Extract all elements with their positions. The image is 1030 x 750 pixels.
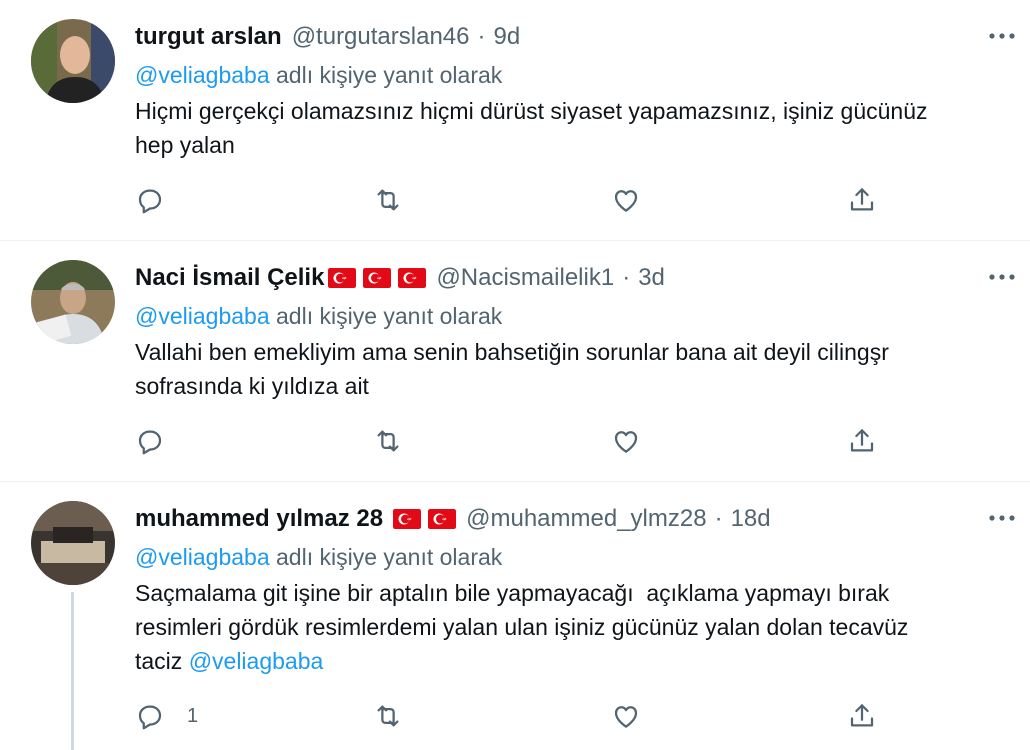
tweet-actions: 1	[135, 698, 895, 734]
reply-context-label: adlı kişiye yanıt olarak	[269, 62, 503, 88]
like-button[interactable]	[611, 182, 641, 218]
turkish-flag-icon	[398, 268, 426, 288]
like-icon	[611, 185, 641, 215]
tweet-text: Hiçmi gerçekçi olamazsınız hiçmi dürüst …	[135, 98, 928, 158]
reply-context: @veliagbaba adlı kişiye yanıt olarak	[135, 58, 1010, 92]
display-name[interactable]: muhammed yılmaz 28	[135, 505, 383, 533]
timestamp[interactable]: 18d	[731, 505, 771, 533]
user-handle[interactable]: @Nacismailelik1	[436, 264, 614, 292]
share-icon	[847, 426, 877, 456]
share-button[interactable]	[847, 423, 877, 459]
user-handle[interactable]: @turgutarslan46	[292, 23, 470, 51]
turkish-flag-icon	[428, 509, 456, 529]
mention-link[interactable]: @veliagbaba	[135, 303, 270, 329]
retweet-button[interactable]	[373, 423, 403, 459]
retweet-icon	[373, 185, 403, 215]
share-button[interactable]	[847, 182, 877, 218]
timestamp[interactable]: 3d	[638, 264, 665, 292]
retweet-icon	[373, 701, 403, 731]
reply-button[interactable]	[135, 423, 187, 459]
like-button[interactable]	[611, 423, 641, 459]
mention-link[interactable]: @veliagbaba	[189, 648, 324, 674]
reply-button[interactable]: 1	[135, 698, 198, 734]
avatar[interactable]	[31, 19, 115, 103]
reply-context: @veliagbaba adlı kişiye yanıt olarak	[135, 299, 1010, 333]
user-handle[interactable]: @muhammed_ylmz28	[466, 505, 706, 533]
reply-icon	[135, 185, 165, 215]
mention-link[interactable]: @veliagbaba	[135, 62, 270, 88]
reply-context: @veliagbaba adlı kişiye yanıt olarak	[135, 540, 1010, 574]
reply-count: 1	[187, 704, 199, 727]
reply-context-label: adlı kişiye yanıt olarak	[269, 544, 503, 570]
avatar[interactable]	[31, 501, 115, 585]
tweet[interactable]: Naci İsmail Çelik @Nacismailelik1 · 3d @…	[0, 241, 1030, 482]
tweet[interactable]: turgut arslan @turgutarslan46 · 9d @veli…	[0, 0, 1030, 241]
tweet-text: Vallahi ben emekliyim ama senin bahsetiğ…	[135, 339, 889, 399]
reply-icon	[135, 426, 165, 456]
retweet-button[interactable]	[373, 182, 403, 218]
flag-emojis	[393, 509, 456, 529]
like-button[interactable]	[611, 698, 641, 734]
tweet-actions	[135, 182, 895, 218]
thread-line	[71, 592, 74, 750]
share-icon	[847, 701, 877, 731]
reply-button[interactable]	[135, 182, 187, 218]
display-name[interactable]: turgut arslan	[135, 23, 282, 51]
like-icon	[611, 426, 641, 456]
share-icon	[847, 185, 877, 215]
share-button[interactable]	[847, 698, 877, 734]
retweet-icon	[373, 426, 403, 456]
display-name[interactable]: Naci İsmail Çelik	[135, 264, 324, 292]
turkish-flag-icon	[328, 268, 356, 288]
retweet-button[interactable]	[373, 698, 403, 734]
tweet-header: turgut arslan @turgutarslan46 · 9d	[135, 20, 1010, 54]
reply-icon	[135, 701, 165, 731]
turkish-flag-icon	[393, 509, 421, 529]
more-icon[interactable]	[987, 267, 1017, 287]
tweet-header: muhammed yılmaz 28 @muhammed_ylmz28 · 18…	[135, 502, 1010, 536]
tweet[interactable]: muhammed yılmaz 28 @muhammed_ylmz28 · 18…	[0, 482, 1030, 750]
reply-context-label: adlı kişiye yanıt olarak	[269, 303, 503, 329]
more-icon[interactable]	[987, 508, 1017, 528]
avatar[interactable]	[31, 260, 115, 344]
separator: ·	[477, 23, 486, 50]
timestamp[interactable]: 9d	[493, 23, 520, 51]
more-icon[interactable]	[987, 26, 1017, 46]
turkish-flag-icon	[363, 268, 391, 288]
mention-link[interactable]: @veliagbaba	[135, 544, 270, 570]
like-icon	[611, 701, 641, 731]
tweet-actions	[135, 423, 895, 459]
separator: ·	[622, 264, 631, 291]
tweet-header: Naci İsmail Çelik @Nacismailelik1 · 3d	[135, 261, 1010, 295]
separator: ·	[714, 505, 723, 532]
tweet-text: Saçmalama git işine bir aptalın bile yap…	[135, 576, 1010, 678]
flag-emojis	[328, 268, 426, 288]
